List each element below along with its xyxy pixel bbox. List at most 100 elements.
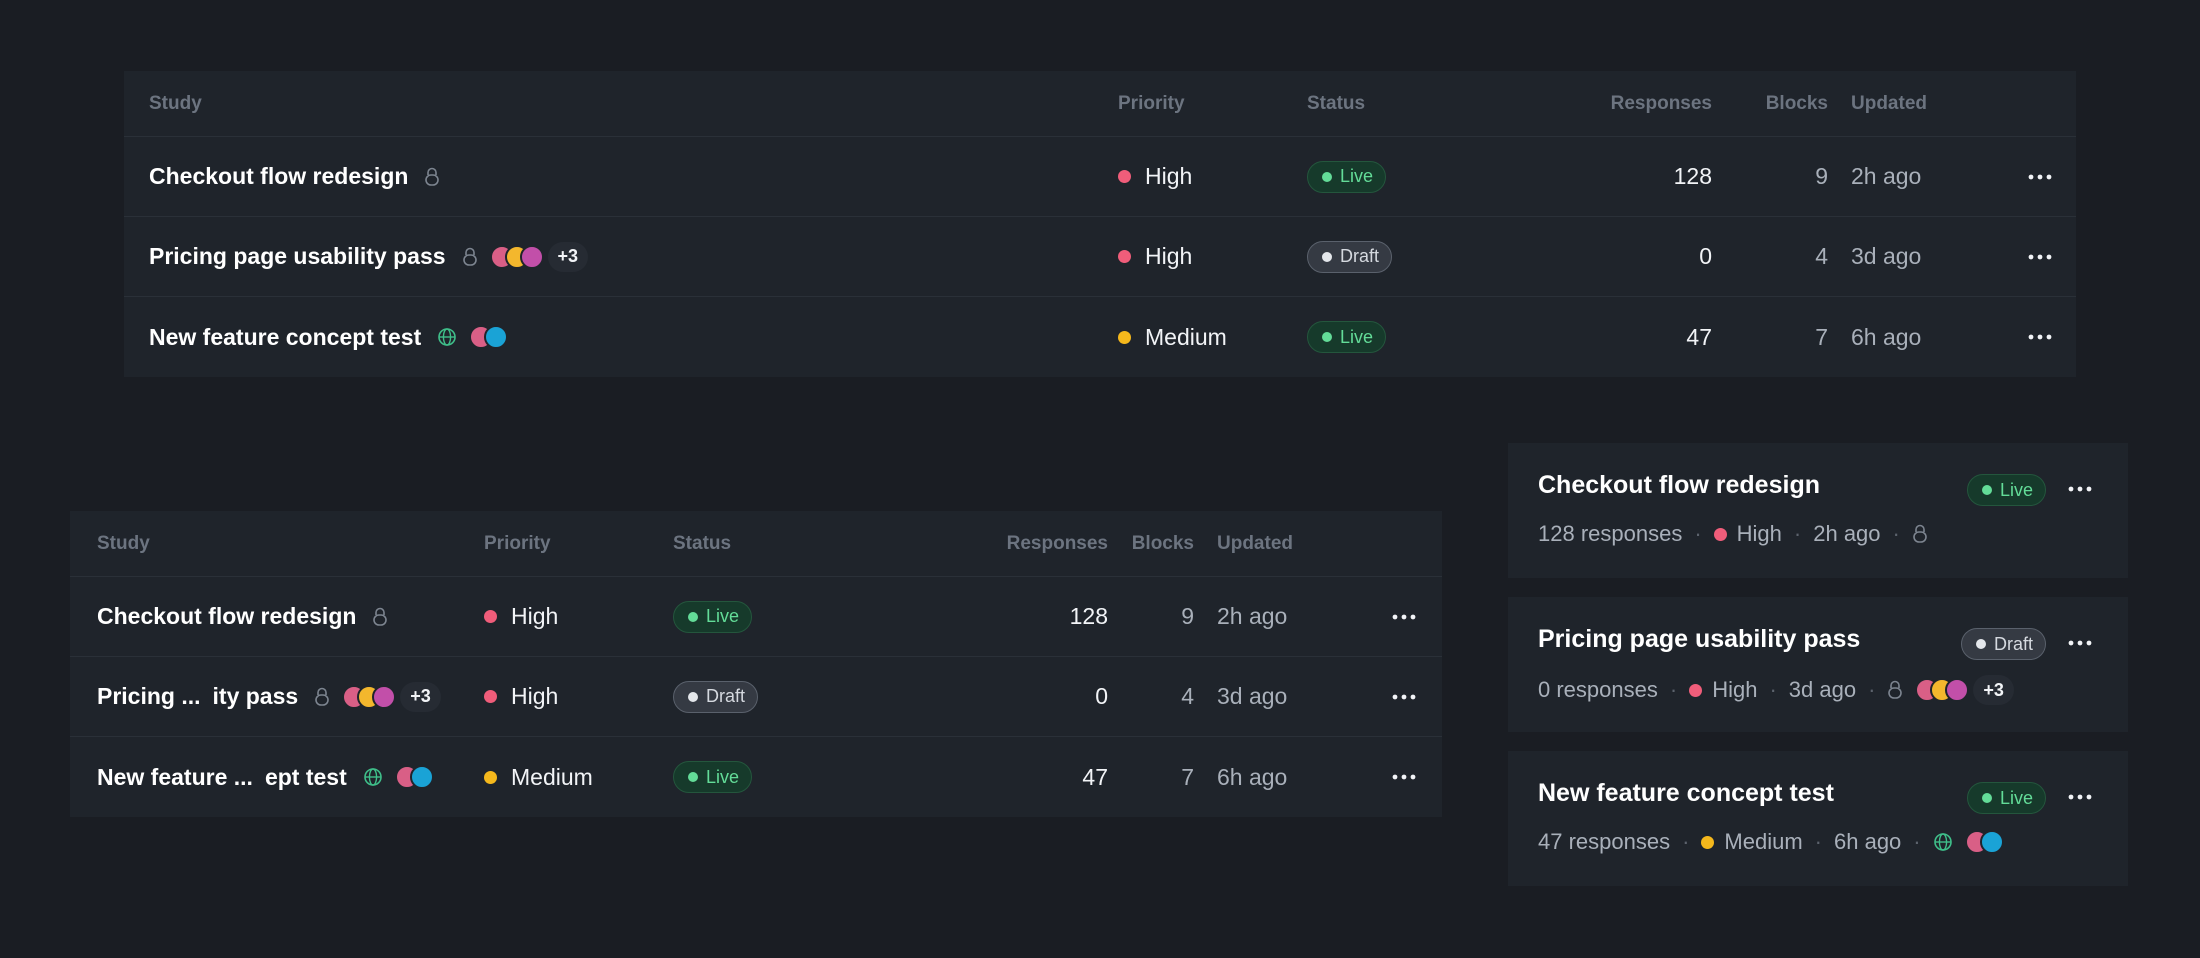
more-actions-button[interactable] [2022,319,2058,355]
responses-count: 128 [1673,163,1712,189]
more-actions-button[interactable] [2062,779,2098,815]
column-header-responses[interactable]: Responses [1007,511,1108,576]
more-actions-button[interactable] [2022,159,2058,195]
priority-dot [1118,170,1131,183]
updated-time: 6h ago [1834,829,1902,854]
column-header-blocks[interactable]: Blocks [1132,511,1194,576]
priority-dot [484,770,497,784]
lock-icon [424,167,440,187]
more-actions-button[interactable] [2062,625,2098,661]
responses-count: 47 [1686,323,1712,350]
column-header-blocks[interactable]: Blocks [1766,71,1828,136]
blocks-count: 9 [1181,603,1194,629]
studies-table-narrow: Study Priority Status Responses Blocks U… [70,511,1442,817]
priority-label: High [511,683,559,709]
collaborator-avatars[interactable] [469,325,509,349]
priority-label: High [511,603,559,629]
ellipsis-icon [1392,774,1416,780]
status-dot [688,772,698,782]
ellipsis-icon [1392,614,1416,619]
lock-icon [1887,680,1903,700]
priority: High [1118,243,1192,270]
more-actions-button[interactable] [1386,679,1422,715]
more-actions-button[interactable] [2062,471,2098,507]
priority-label: High [1736,521,1782,546]
more-actions-button[interactable] [2022,239,2058,275]
priority-label: Medium [511,763,593,790]
separator: · [1669,677,1678,702]
column-header-status[interactable]: Status [673,511,731,576]
status-label: Live [1340,166,1374,186]
column-header-status[interactable]: Status [1307,71,1365,136]
responses-count: 128 [1069,603,1108,629]
updated-time: 2h ago [1851,163,1922,189]
collaborator-avatars[interactable]: +3 [342,681,441,712]
collaborator-avatars[interactable]: +3 [489,241,589,272]
collaborator-avatars[interactable] [1964,830,2004,854]
status-badge: Live [1966,782,2046,814]
globe-icon [1933,832,1953,852]
study-name: Checkout flow redesign [149,163,409,189]
status-badge: Live [1966,474,2046,506]
separator: · [1694,521,1702,546]
study-card[interactable]: Pricing page usability pass Draft 0 respon… [1508,597,2128,732]
table-row[interactable]: Pricing page usability pass +3 High Draft 0 4… [124,217,2076,297]
status-label: Live [1340,326,1374,347]
column-header-study[interactable]: Study [97,511,150,576]
studies-table-wide: Study Priority Status Responses Blocks U… [124,71,2076,377]
priority-label: High [1712,677,1758,702]
collaborator-avatars[interactable]: +3 [1915,675,2014,705]
table-row[interactable]: New feature ... ept test Medium Live 47 7 6h a… [70,737,1442,817]
blocks-count: 7 [1181,763,1194,790]
status-dot [1981,793,1992,803]
status-dot [1322,332,1332,342]
study-name: New feature concept test [149,323,422,350]
column-header-responses[interactable]: Responses [1611,71,1712,136]
ellipsis-icon [2068,486,2092,492]
status-label: Live [1999,787,2033,808]
column-header-priority[interactable]: Priority [484,511,551,576]
responses-count: 0 [1095,683,1108,709]
priority-label: Medium [1145,323,1227,350]
card-meta: 47 responses · Medium · 6h ago · [1538,829,2004,855]
separator: · [1769,677,1777,702]
lock-icon [462,247,478,267]
avatar [484,325,509,349]
table-header: Study Priority Status Responses Blocks U… [70,511,1442,577]
card-meta: 128 responses · High · 2h ago · [1538,521,1928,547]
study-name-end: ity pass [212,683,299,709]
more-collaborators-badge[interactable]: +3 [547,241,589,272]
separator: · [1814,829,1822,854]
updated-time: 6h ago [1851,323,1922,350]
status-dot [1322,171,1332,182]
study-card[interactable]: New feature concept test Live 47 responses… [1508,751,2128,886]
lock-icon [372,607,388,627]
more-collaborators-badge[interactable]: +3 [400,681,441,712]
ellipsis-icon [2068,640,2092,646]
column-header-updated[interactable]: Updated [1851,71,1927,136]
status-label: Draft [1340,246,1380,266]
collaborator-avatars[interactable] [394,765,434,789]
separator: · [1682,829,1690,854]
more-actions-button[interactable] [1386,599,1422,635]
status-dot [1975,639,1986,649]
column-header-priority[interactable]: Priority [1118,71,1185,136]
study-card[interactable]: Checkout flow redesign Live 128 responses ·… [1508,443,2128,578]
more-collaborators-badge[interactable]: +3 [1973,675,2014,705]
responses-count: 47 [1082,763,1108,790]
column-header-study[interactable]: Study [149,71,202,136]
updated-time: 3d ago [1788,677,1857,702]
table-row[interactable]: Pricing ... ity pass +3 High Draft 0 4 3d ago [70,657,1442,737]
priority-label: Medium [1724,829,1803,854]
card-meta: 0 responses · High · 3d ago · +3 [1538,675,2014,705]
column-header-updated[interactable]: Updated [1217,511,1293,576]
table-row[interactable]: Checkout flow redesign High Live 128 9 2h ago [70,577,1442,657]
status-label: Draft [1993,633,2033,654]
priority-dot [1689,683,1703,697]
more-actions-button[interactable] [1386,759,1422,795]
table-row[interactable]: New feature concept test Medium Live 47 7 6h … [124,297,2076,377]
updated-time: 3d ago [1217,683,1288,709]
table-row[interactable]: Checkout flow redesign High Live 128 9 2h ago [124,137,2076,217]
status-badge: Live [673,600,753,633]
status-dot [688,691,698,702]
